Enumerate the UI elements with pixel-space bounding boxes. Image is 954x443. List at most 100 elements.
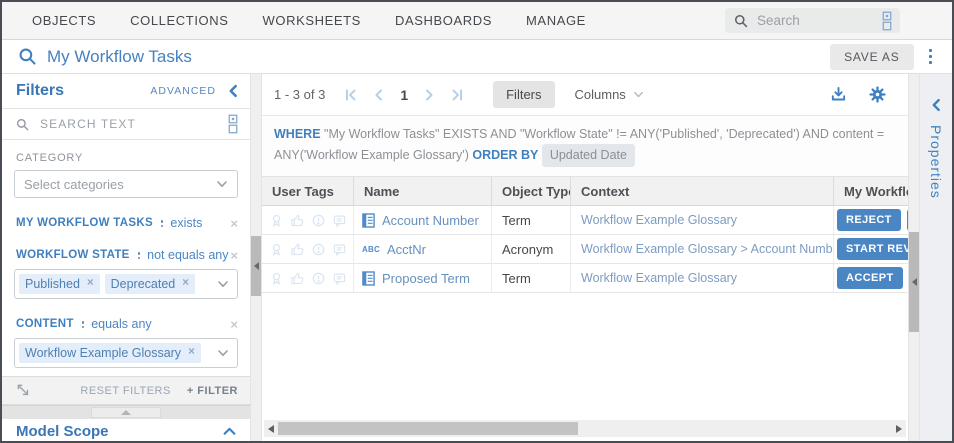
column-header-context[interactable]: Context xyxy=(571,177,834,205)
search-icon xyxy=(16,118,29,131)
current-page[interactable]: 1 xyxy=(400,87,408,103)
alert-icon[interactable] xyxy=(312,272,325,285)
context-link[interactable]: Workflow Example Glossary xyxy=(581,271,737,285)
comment-icon[interactable] xyxy=(333,272,346,285)
splitter-handle[interactable] xyxy=(251,236,261,296)
filter-name[interactable]: WORKFLOW STATE xyxy=(16,249,130,261)
remove-filter-icon[interactable]: × xyxy=(230,249,238,262)
object-type-cell: Term xyxy=(492,264,571,292)
comment-icon[interactable] xyxy=(333,214,346,227)
column-header-object-type[interactable]: Object Type xyxy=(492,177,571,205)
scrollbar-thumb[interactable] xyxy=(278,422,578,435)
scroll-left-icon[interactable] xyxy=(264,425,278,433)
search-options-icon[interactable] xyxy=(882,11,892,31)
context-link[interactable]: Workflow Example Glossary > Account Numb… xyxy=(581,242,834,256)
chevron-up-icon[interactable] xyxy=(223,425,236,438)
column-header-my-workflow-tasks[interactable]: My Workflow Tasks xyxy=(834,177,908,205)
expand-properties-icon[interactable] xyxy=(930,98,943,112)
reset-filters-button[interactable]: RESET FILTERS xyxy=(80,385,170,397)
more-options-icon[interactable] xyxy=(929,49,933,65)
column-header-user-tags[interactable]: User Tags xyxy=(262,177,354,205)
last-page-icon[interactable] xyxy=(450,88,464,102)
object-name-link[interactable]: Account Number xyxy=(382,213,479,228)
content-value-box[interactable]: Workflow Example Glossary × xyxy=(14,338,238,368)
remove-filter-icon[interactable]: × xyxy=(230,318,238,331)
filter-name[interactable]: MY WORKFLOW TASKS xyxy=(16,217,153,229)
order-by-badge[interactable]: Updated Date xyxy=(542,144,635,167)
workflow-state-value-box[interactable]: Published × Deprecated × xyxy=(14,269,238,299)
start-review-button[interactable]: START REVIEW xyxy=(837,238,908,260)
operator-dots-icon[interactable] xyxy=(161,220,164,227)
thumbs-up-icon[interactable] xyxy=(291,214,304,227)
alert-icon[interactable] xyxy=(312,214,325,227)
thumbs-up-icon[interactable] xyxy=(291,272,304,285)
search-options-icon[interactable] xyxy=(228,114,238,134)
alert-icon[interactable] xyxy=(312,243,325,256)
award-icon[interactable] xyxy=(270,243,283,256)
model-scope-section[interactable]: Model Scope xyxy=(2,419,250,443)
columns-dropdown[interactable]: Columns xyxy=(575,87,644,102)
first-page-icon[interactable] xyxy=(344,88,358,102)
grip-arrow-up-icon xyxy=(121,410,131,415)
splitter-handle[interactable] xyxy=(909,232,919,332)
filters-panel: Filters ADVANCED CATEGORY Select categor xyxy=(2,74,250,441)
nav-item-dashboards[interactable]: DASHBOARDS xyxy=(395,13,492,28)
filter-group-content: CONTENT equals any × Workflow Example Gl… xyxy=(14,317,238,368)
remove-value-icon[interactable]: × xyxy=(188,347,195,359)
filter-operator[interactable]: exists xyxy=(170,216,202,230)
advanced-filters-link[interactable]: ADVANCED xyxy=(150,85,216,97)
chevron-down-icon xyxy=(216,178,228,190)
worksheet-search-icon xyxy=(18,47,37,66)
accept-button[interactable]: ACCEPT xyxy=(837,267,903,289)
nav-item-manage[interactable]: MANAGE xyxy=(526,13,586,28)
award-icon[interactable] xyxy=(270,214,283,227)
remove-value-icon[interactable]: × xyxy=(87,278,94,290)
model-scope-splitter[interactable] xyxy=(2,405,250,419)
pagination-summary: 1 - 3 of 3 xyxy=(274,87,325,102)
scroll-right-icon[interactable] xyxy=(892,425,906,433)
award-icon[interactable] xyxy=(270,272,283,285)
add-filter-button[interactable]: + FILTER xyxy=(187,385,238,397)
nav-item-objects[interactable]: OBJECTS xyxy=(32,13,96,28)
filter-name[interactable]: CONTENT xyxy=(16,318,74,330)
collapse-corner-icon[interactable] xyxy=(16,383,31,398)
nav-item-collections[interactable]: COLLECTIONS xyxy=(130,13,228,28)
table-row: Proposed Term Term Workflow Example Glos… xyxy=(262,264,908,293)
object-name-link[interactable]: Proposed Term xyxy=(382,271,470,286)
filter-operator[interactable]: not equals any xyxy=(147,248,228,262)
remove-value-icon[interactable]: × xyxy=(182,278,189,290)
operator-dots-icon[interactable] xyxy=(138,252,141,259)
category-select[interactable]: Select categories xyxy=(14,170,238,198)
global-search-box[interactable] xyxy=(725,8,900,33)
filter-operator[interactable]: equals any xyxy=(91,317,151,331)
next-page-icon[interactable] xyxy=(422,88,436,102)
operator-dots-icon[interactable] xyxy=(82,321,85,328)
previous-page-icon[interactable] xyxy=(372,88,386,102)
thumbs-up-icon[interactable] xyxy=(291,243,304,256)
save-as-button[interactable]: SAVE AS xyxy=(830,44,913,70)
context-cell: Workflow Example Glossary xyxy=(571,264,834,292)
context-link[interactable]: Workflow Example Glossary xyxy=(581,213,737,227)
splitter-grip[interactable] xyxy=(91,407,161,418)
global-search-input[interactable] xyxy=(755,12,882,29)
remove-filter-icon[interactable]: × xyxy=(230,217,238,230)
reject-button[interactable]: REJECT xyxy=(837,209,901,231)
settings-gear-icon[interactable] xyxy=(869,86,886,103)
scrollbar-track[interactable] xyxy=(278,422,892,435)
download-icon[interactable] xyxy=(830,86,847,103)
horizontal-scrollbar[interactable] xyxy=(264,420,906,437)
object-name-link[interactable]: AcctNr xyxy=(387,242,426,257)
right-panel-splitter[interactable] xyxy=(908,74,920,441)
properties-tab[interactable]: Properties xyxy=(928,125,944,199)
app-window: OBJECTS COLLECTIONS WORKSHEETS DASHBOARD… xyxy=(0,0,954,443)
column-header-name[interactable]: Name xyxy=(354,177,492,205)
user-tags-cell xyxy=(262,206,354,234)
collapse-filters-icon[interactable] xyxy=(227,84,240,98)
search-text-input[interactable] xyxy=(38,116,228,132)
nav-item-worksheets[interactable]: WORKSHEETS xyxy=(263,13,361,28)
left-panel-splitter[interactable] xyxy=(250,74,262,441)
comment-icon[interactable] xyxy=(333,243,346,256)
table-empty-space xyxy=(262,293,908,441)
results-toolbar: 1 - 3 of 3 1 Filters Columns xyxy=(262,74,908,116)
toggle-filters-button[interactable]: Filters xyxy=(493,81,554,108)
